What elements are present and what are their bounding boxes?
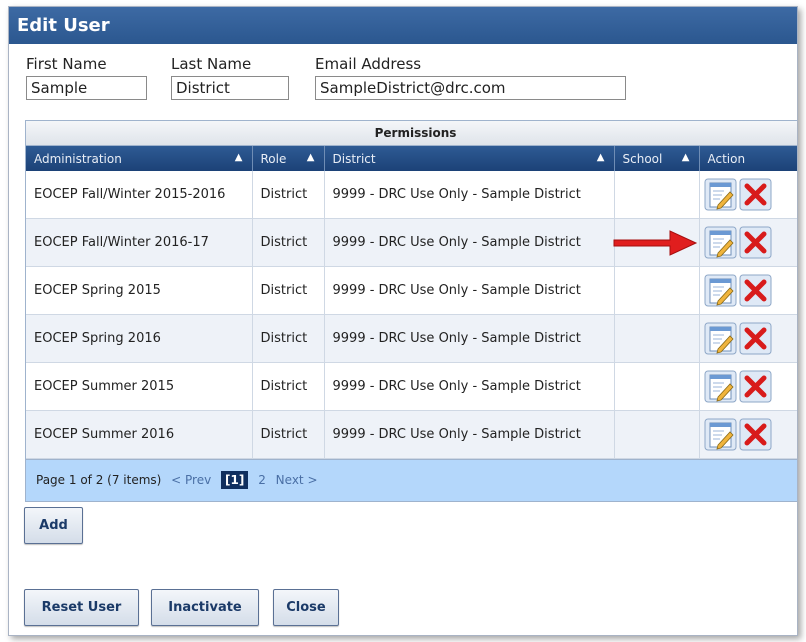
cell-role: District — [252, 314, 325, 363]
sort-ascending-icon[interactable]: ▲ — [597, 152, 605, 163]
add-button[interactable]: Add — [24, 507, 83, 544]
delete-icon[interactable] — [739, 370, 772, 403]
cell-role: District — [252, 266, 325, 315]
pager-prev-link[interactable]: < Prev — [171, 473, 211, 487]
first-name-field[interactable] — [26, 76, 147, 100]
column-header-label: Administration — [34, 151, 122, 166]
cell-actions — [699, 266, 797, 315]
last-name-group: Last Name — [171, 55, 289, 100]
red-arrow-icon — [613, 230, 698, 256]
column-header-label: Action — [707, 151, 746, 166]
cell-district: 9999 - DRC Use Only - Sample District — [324, 314, 615, 363]
email-label: Email Address — [315, 55, 422, 73]
cell-administration: EOCEP Spring 2016 — [26, 314, 253, 363]
cell-district: 9999 - DRC Use Only - Sample District — [324, 362, 615, 411]
cell-actions — [699, 314, 797, 363]
pager-page-2-link[interactable]: 2 — [258, 473, 266, 487]
cell-administration: EOCEP Spring 2015 — [26, 266, 253, 315]
edit-user-dialog: Edit User First Name Last Name Email Add… — [8, 6, 798, 636]
edit-icon[interactable] — [704, 370, 737, 403]
table-row: EOCEP Spring 2016 District 9999 - DRC Use … — [26, 314, 797, 363]
pager-next-link[interactable]: Next > — [276, 473, 318, 487]
column-header-administration[interactable]: Administration ▲ — [26, 146, 253, 171]
sort-ascending-icon[interactable]: ▲ — [682, 152, 690, 163]
cell-district: 9999 - DRC Use Only - Sample District — [324, 410, 615, 459]
first-name-label: First Name — [26, 55, 107, 73]
edit-icon[interactable] — [704, 226, 737, 259]
cell-actions — [699, 218, 797, 267]
cell-administration: EOCEP Fall/Winter 2016-17 — [26, 218, 253, 267]
table-row: EOCEP Summer 2015 District 9999 - DRC Use … — [26, 362, 797, 411]
cell-school — [614, 362, 700, 411]
pager-summary: Page 1 of 2 (7 items) — [36, 473, 162, 487]
email-group: Email Address — [315, 55, 626, 100]
cell-role: District — [252, 410, 325, 459]
table-row: EOCEP Summer 2016 District 9999 - DRC Use … — [26, 410, 797, 459]
cell-administration: EOCEP Summer 2016 — [26, 410, 253, 459]
dialog-title: Edit User — [9, 7, 797, 44]
delete-icon[interactable] — [739, 322, 772, 355]
cell-school — [614, 410, 700, 459]
delete-icon[interactable] — [739, 178, 772, 211]
permissions-caption: Permissions — [26, 121, 797, 146]
delete-icon[interactable] — [739, 274, 772, 307]
cell-school — [614, 314, 700, 363]
sort-ascending-icon[interactable]: ▲ — [235, 152, 243, 163]
reset-user-button[interactable]: Reset User — [24, 589, 139, 626]
cell-actions — [699, 171, 797, 219]
table-row: EOCEP Spring 2015 District 9999 - DRC Use … — [26, 266, 797, 315]
column-header-school[interactable]: School ▲ — [614, 146, 700, 171]
header-row: Administration ▲ Role ▲ District ▲ Schoo… — [26, 146, 797, 171]
cell-actions — [699, 362, 797, 411]
cell-district: 9999 - DRC Use Only - Sample District — [324, 266, 615, 315]
cell-district: 9999 - DRC Use Only - Sample District — [324, 218, 615, 267]
cell-actions — [699, 410, 797, 459]
cell-school — [614, 171, 700, 219]
column-header-label: Role — [260, 151, 287, 166]
delete-icon[interactable] — [739, 418, 772, 451]
sort-ascending-icon[interactable]: ▲ — [307, 152, 315, 163]
table-row: EOCEP Fall/Winter 2015-2016 District 9999 … — [26, 171, 797, 219]
cell-administration: EOCEP Fall/Winter 2015-2016 — [26, 171, 253, 219]
close-button[interactable]: Close — [273, 589, 339, 626]
column-header-role[interactable]: Role ▲ — [252, 146, 325, 171]
permissions-grid: Permissions Administration ▲ Role ▲ Dist… — [25, 120, 797, 502]
permissions-table: Administration ▲ Role ▲ District ▲ Schoo… — [26, 146, 797, 459]
cell-role: District — [252, 171, 325, 219]
email-field[interactable] — [315, 76, 626, 100]
last-name-label: Last Name — [171, 55, 252, 73]
pager-current-page: [1] — [221, 471, 249, 489]
edit-icon[interactable] — [704, 322, 737, 355]
permissions-rows: EOCEP Fall/Winter 2015-2016 District 9999 … — [26, 171, 797, 459]
column-header-label: School — [622, 151, 663, 166]
edit-icon[interactable] — [704, 274, 737, 307]
cell-district: 9999 - DRC Use Only - Sample District — [324, 171, 615, 219]
column-header-action: Action — [699, 146, 797, 171]
cell-role: District — [252, 218, 325, 267]
cell-school — [614, 266, 700, 315]
edit-icon[interactable] — [704, 178, 737, 211]
cell-administration: EOCEP Summer 2015 — [26, 362, 253, 411]
last-name-field[interactable] — [171, 76, 289, 100]
pager: Page 1 of 2 (7 items) < Prev [1] 2 Next … — [26, 459, 797, 501]
cell-role: District — [252, 362, 325, 411]
first-name-group: First Name — [26, 55, 147, 100]
delete-icon[interactable] — [739, 226, 772, 259]
column-header-label: District — [332, 151, 376, 166]
column-header-district[interactable]: District ▲ — [324, 146, 615, 171]
inactivate-button[interactable]: Inactivate — [151, 589, 259, 626]
edit-icon[interactable] — [704, 418, 737, 451]
